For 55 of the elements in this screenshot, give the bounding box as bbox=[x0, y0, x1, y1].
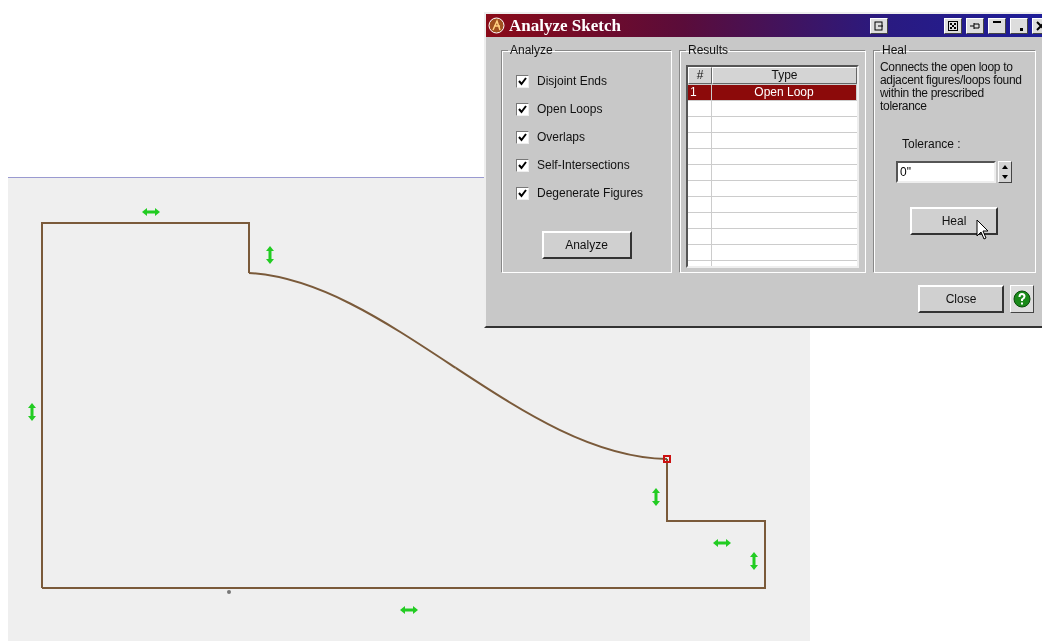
checkbox[interactable] bbox=[516, 130, 529, 144]
checkbox-label: Disjoint Ends bbox=[537, 74, 608, 88]
grid-button[interactable] bbox=[944, 17, 962, 34]
help-icon bbox=[1013, 290, 1031, 308]
check-icon bbox=[518, 104, 527, 114]
check-icon bbox=[518, 132, 527, 142]
vertical-arrow-icon bbox=[750, 552, 758, 570]
down-arrow-icon bbox=[1002, 175, 1008, 179]
checkbox[interactable] bbox=[516, 102, 529, 116]
checkbox[interactable] bbox=[516, 158, 529, 172]
analyze-button[interactable]: Analyze bbox=[541, 231, 632, 259]
window-title: Analyze Sketch bbox=[509, 15, 621, 36]
close-dialog-button[interactable]: Close bbox=[918, 285, 1004, 313]
vertical-arrow-icon bbox=[266, 246, 274, 264]
point-icon bbox=[227, 590, 231, 594]
horizontal-arrow-icon bbox=[713, 539, 731, 547]
checkbox-label: Self-Intersections bbox=[537, 158, 630, 172]
grid-icon bbox=[948, 20, 958, 31]
checkbox-label: Open Loops bbox=[537, 102, 603, 116]
help-button[interactable] bbox=[1010, 285, 1034, 313]
check-icon bbox=[518, 160, 527, 170]
pin-icon bbox=[969, 20, 981, 31]
group-title: Heal bbox=[881, 43, 908, 57]
minimize-icon bbox=[993, 20, 1001, 23]
group-title: Results bbox=[687, 43, 729, 57]
horizontal-arrow-icon bbox=[400, 606, 418, 614]
app-logo-icon bbox=[488, 17, 505, 34]
checkbox[interactable] bbox=[516, 74, 529, 88]
heal-button[interactable]: Heal bbox=[910, 207, 998, 235]
horizontal-arrow-icon bbox=[142, 208, 160, 216]
check-icon bbox=[518, 76, 527, 86]
tolerance-field[interactable]: 0" bbox=[896, 161, 996, 183]
heal-description: Connects the open loop to adjacent figures/loops found within the prescribed tolerance bbox=[880, 61, 1023, 113]
minimize-button[interactable] bbox=[988, 17, 1006, 34]
restore-icon bbox=[1019, 28, 1023, 31]
column-header[interactable]: # bbox=[688, 67, 712, 84]
tolerance-label: Tolerance : bbox=[902, 137, 962, 151]
checkbox-label: Degenerate Figures bbox=[537, 186, 644, 200]
column-header[interactable]: Type bbox=[712, 67, 857, 84]
group-title: Analyze bbox=[509, 43, 554, 57]
dock-icon bbox=[874, 20, 884, 31]
table-cell[interactable]: 1 bbox=[688, 85, 712, 100]
table-cell[interactable]: Open Loop bbox=[712, 85, 857, 100]
open-end-marker-icon bbox=[663, 455, 671, 463]
restore-button[interactable] bbox=[1010, 17, 1028, 34]
checkbox-label: Overlaps bbox=[537, 130, 586, 144]
checkbox[interactable] bbox=[516, 186, 529, 200]
vertical-arrow-icon bbox=[28, 403, 36, 421]
dock-button[interactable] bbox=[870, 17, 888, 34]
mouse-cursor-icon bbox=[976, 219, 990, 241]
spin-buttons[interactable] bbox=[998, 161, 1012, 183]
check-icon bbox=[518, 188, 527, 198]
pin-button[interactable] bbox=[966, 17, 984, 34]
vertical-arrow-icon bbox=[652, 488, 660, 506]
up-arrow-icon bbox=[1002, 165, 1008, 169]
